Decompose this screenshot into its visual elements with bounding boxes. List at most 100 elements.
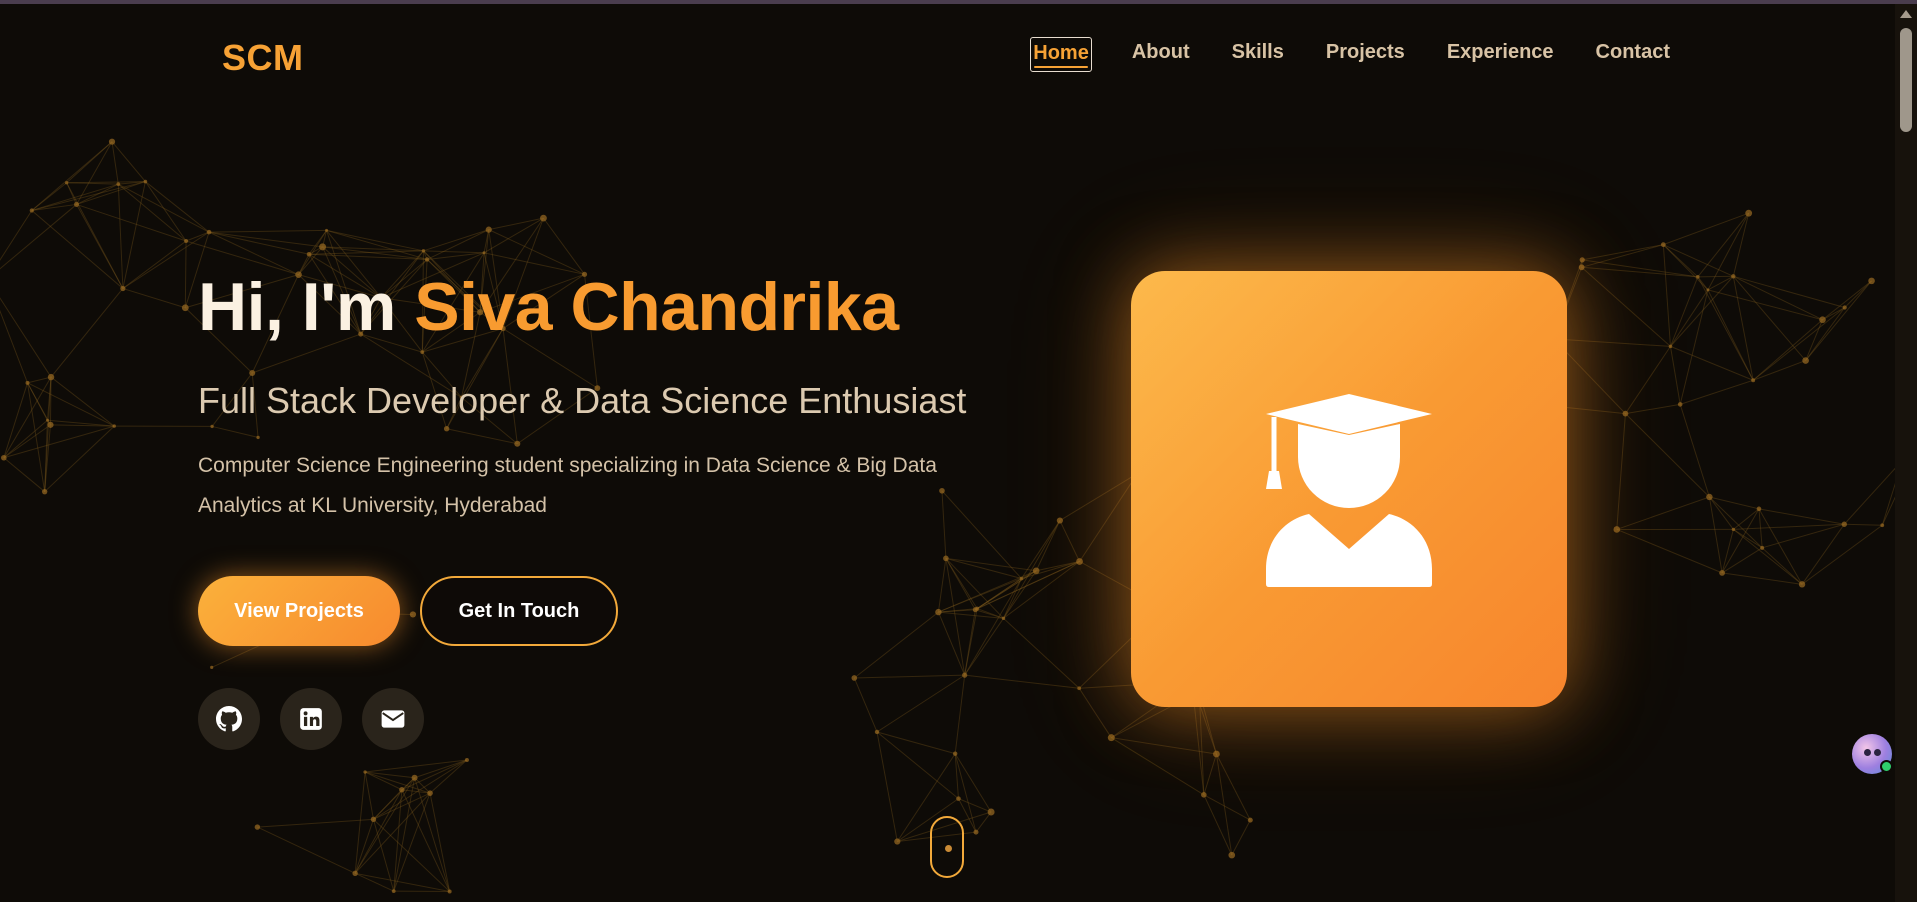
hero-title: Hi, I'm Siva Chandrika [198, 262, 1018, 352]
network-node [391, 889, 396, 894]
network-node [943, 555, 949, 562]
network-node [424, 257, 430, 262]
navbar: SCM Home About Skills Projects Experienc… [0, 4, 1895, 104]
network-node [1696, 275, 1700, 279]
network-line [401, 759, 468, 791]
network-line [964, 674, 1080, 689]
network-line [1078, 688, 1112, 738]
network-line [3, 424, 51, 459]
network-line [1709, 496, 1763, 549]
network-node [973, 829, 979, 835]
network-line [144, 181, 187, 242]
network-line [945, 557, 1037, 572]
network-node [1745, 209, 1753, 217]
nav-links: Home About Skills Projects Experience Co… [992, 37, 1672, 72]
network-node [1756, 506, 1762, 512]
network-node [1677, 402, 1683, 407]
network-node [1056, 517, 1063, 524]
network-line [3, 376, 52, 458]
network-node [1579, 257, 1585, 263]
nav-link-about[interactable]: About [1130, 37, 1192, 72]
github-icon [216, 706, 242, 732]
nav-link-projects[interactable]: Projects [1324, 37, 1407, 72]
network-node [427, 790, 433, 796]
online-status-dot [1880, 760, 1893, 773]
network-node [421, 249, 426, 253]
network-line [50, 288, 124, 378]
network-node [1760, 545, 1765, 550]
network-node [1868, 277, 1875, 285]
chat-assistant-avatar[interactable] [1852, 734, 1893, 774]
network-line [1625, 346, 1671, 414]
network-line [1059, 520, 1080, 562]
network-line [1616, 528, 1723, 574]
network-line [0, 210, 33, 261]
network-node [352, 870, 358, 877]
network-line [1231, 819, 1251, 856]
network-node [956, 796, 961, 801]
network-line [0, 309, 28, 384]
get-in-touch-button[interactable]: Get In Touch [420, 576, 618, 646]
page-scrollbar[interactable] [1895, 4, 1917, 902]
network-line [0, 297, 52, 378]
network-line [184, 240, 187, 308]
nav-link-experience[interactable]: Experience [1445, 37, 1556, 72]
scroll-down-indicator[interactable] [930, 816, 964, 878]
network-node [47, 373, 55, 381]
network-line [209, 229, 327, 233]
linkedin-link[interactable] [280, 688, 342, 750]
network-node [370, 816, 377, 823]
site-logo[interactable]: SCM [222, 37, 304, 79]
network-line [354, 872, 394, 892]
network-line [876, 731, 956, 755]
network-node [25, 380, 30, 385]
network-line [1733, 508, 1760, 530]
network-line [257, 826, 356, 874]
scroll-indicator-dot [945, 845, 952, 852]
github-link[interactable] [198, 688, 260, 750]
network-node [1668, 344, 1673, 349]
network-line [1581, 244, 1664, 268]
network-line [1581, 266, 1671, 347]
network-line [954, 675, 966, 754]
network-line [354, 792, 431, 874]
network-node [540, 214, 547, 222]
nav-link-home[interactable]: Home [1030, 37, 1092, 72]
network-node [1706, 493, 1713, 501]
nav-link-skills[interactable]: Skills [1230, 37, 1286, 72]
network-node [1, 454, 7, 461]
scroll-up-arrow-icon[interactable] [1900, 10, 1912, 18]
envelope-icon [381, 710, 405, 728]
network-line [3, 382, 28, 458]
network-node [254, 824, 261, 830]
view-projects-button[interactable]: View Projects [198, 576, 400, 646]
network-line [1801, 524, 1883, 585]
network-line [3, 457, 45, 493]
network-node [1802, 357, 1809, 364]
scrollbar-thumb[interactable] [1900, 28, 1912, 132]
network-line [326, 229, 428, 260]
network-line [1697, 276, 1709, 291]
chat-avatar-eye [1864, 749, 1871, 756]
email-link[interactable] [362, 688, 424, 750]
linkedin-icon [300, 708, 322, 730]
network-node [975, 606, 980, 611]
network-node [47, 421, 54, 428]
network-line [1003, 617, 1080, 689]
network-node [1819, 316, 1826, 324]
network-node [399, 787, 405, 793]
network-line [1582, 244, 1664, 261]
network-line [876, 674, 965, 733]
network-line [1553, 338, 1671, 347]
network-line [1761, 547, 1803, 585]
network-line [1805, 319, 1823, 361]
network-node [206, 229, 212, 235]
network-line [31, 183, 119, 211]
network-line [76, 204, 124, 289]
network-node [411, 774, 418, 781]
network-line [1752, 307, 1846, 381]
network-line [1844, 523, 1883, 526]
nav-link-contact[interactable]: Contact [1594, 37, 1672, 72]
network-line [27, 376, 52, 384]
network-line [853, 677, 878, 733]
